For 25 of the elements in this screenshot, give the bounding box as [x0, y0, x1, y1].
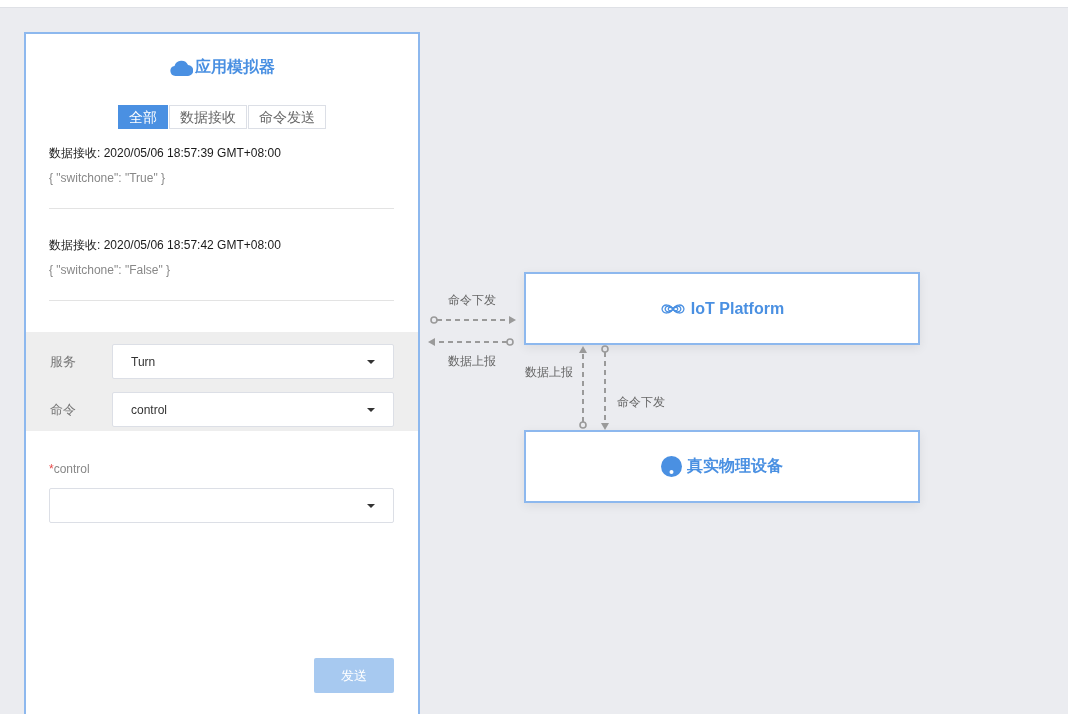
message-body: { "switchone": "False" } — [49, 262, 172, 278]
node-label: IoT Platform — [690, 299, 785, 318]
caret-icon — [367, 503, 375, 508]
filter-tab[interactable]: 数据接收 — [169, 105, 247, 129]
select-field[interactable]: control — [112, 392, 394, 427]
filter-tab[interactable]: 全部 — [118, 105, 168, 129]
message-heading: 数据接收: 2020/05/06 18:57:42 GMT+08:00 — [49, 237, 282, 253]
dropdown-field[interactable] — [49, 488, 394, 523]
cloud-icon — [169, 58, 193, 76]
caret-icon — [367, 407, 375, 412]
field-label: 命令 — [50, 400, 77, 419]
panel-title: 应用模拟器 — [194, 57, 275, 77]
message-heading: 数据接收: 2020/05/06 18:57:39 GMT+08:00 — [49, 145, 282, 161]
select-field[interactable]: Turn — [112, 344, 394, 379]
field-label: *control — [49, 462, 91, 476]
connector-label: 命令下发 — [448, 293, 496, 307]
filter-tab[interactable]: 命令发送 — [248, 105, 326, 129]
connector-label: 命令下发 — [617, 395, 665, 409]
dot-circle-icon — [661, 456, 682, 477]
field-label: 服务 — [50, 352, 77, 371]
message-body: { "switchone": "True" } — [49, 170, 166, 186]
connector-label: 数据上报 — [448, 354, 496, 368]
caret-icon — [367, 359, 375, 364]
connector-label: 数据上报 — [525, 365, 573, 379]
node-label: 真实物理设备 — [687, 456, 783, 476]
